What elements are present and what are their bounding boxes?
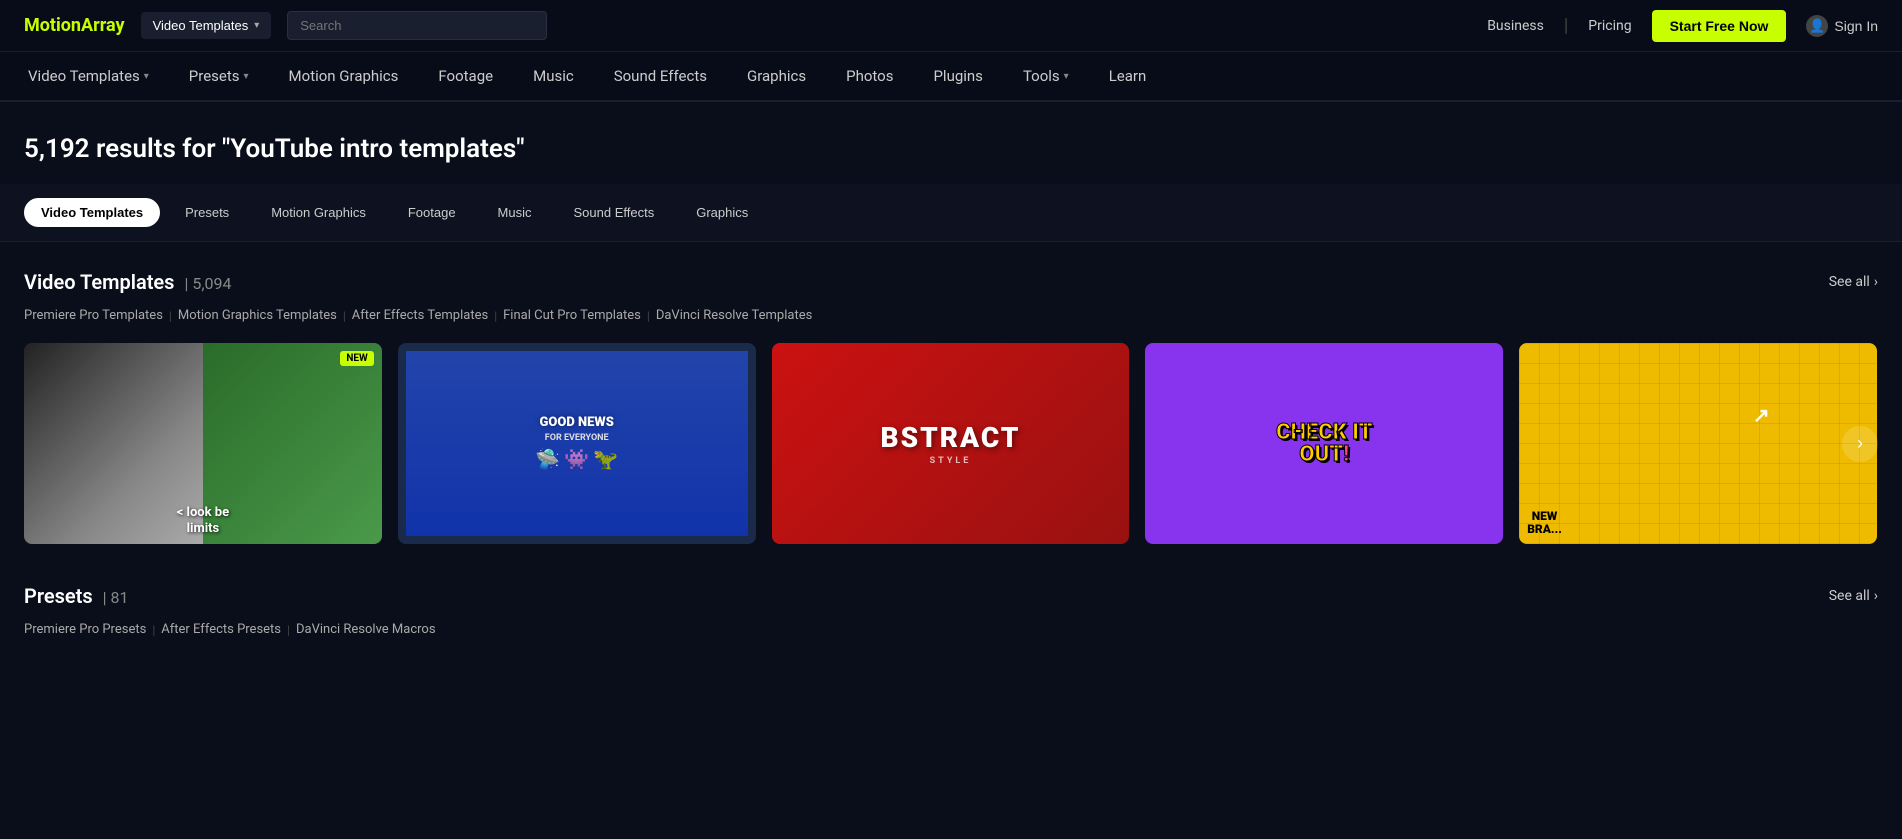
card-1-green-half (203, 343, 382, 544)
video-templates-cards-row: < look belimits NEW GOOD NEWS FOR EVERYO… (24, 343, 1878, 544)
alien-icon: 🛸 (535, 447, 560, 471)
nav-item-plugins[interactable]: Plugins (929, 52, 986, 102)
chevron-down-icon: ▾ (254, 20, 259, 31)
chevron-right-icon: › (1874, 588, 1878, 604)
chevron-down-icon: ▾ (1064, 71, 1069, 82)
template-card-1[interactable]: < look belimits NEW (24, 343, 382, 544)
section-title-group: Video Templates | 5,094 (24, 270, 231, 294)
nav-item-motion-graphics[interactable]: Motion Graphics (285, 52, 403, 102)
sub-link-davinci-resolve-templates[interactable]: DaVinci Resolve Templates (656, 308, 813, 323)
header-right: Business | Pricing Start Free Now 👤 Sign… (1487, 10, 1878, 42)
video-templates-cards-wrapper: < look belimits NEW GOOD NEWS FOR EVERYO… (24, 343, 1878, 544)
presets-title: Presets (24, 584, 93, 608)
card-4-exclaim: ! (1343, 442, 1349, 467)
card-1-text: < look belimits (177, 505, 229, 536)
presets-sub-links: Premiere Pro Presets | After Effects Pre… (24, 622, 1878, 637)
filter-tab-video-templates[interactable]: Video Templates (24, 198, 160, 227)
video-templates-sub-links: Premiere Pro Templates | Motion Graphics… (24, 308, 1878, 323)
filter-tab-sound-effects[interactable]: Sound Effects (557, 198, 672, 227)
video-templates-section: Video Templates | 5,094 See all › Premie… (24, 270, 1878, 544)
filter-tab-motion-graphics[interactable]: Motion Graphics (254, 198, 383, 227)
creature-icon: 👾 (564, 447, 589, 471)
template-card-4[interactable]: CHECK ITOUT! (1145, 343, 1503, 544)
carousel-next-button[interactable]: › (1842, 426, 1878, 462)
template-card-2[interactable]: GOOD NEWS FOR EVERYONE 🛸 👾 🦖 (398, 343, 756, 544)
dino-icon: 🦖 (593, 447, 618, 471)
sub-link-after-effects-templates[interactable]: After Effects Templates (352, 308, 488, 323)
sub-link-after-effects-presets[interactable]: After Effects Presets (161, 622, 281, 637)
card-1-badge: NEW (340, 351, 373, 366)
presets-see-all[interactable]: See all › (1829, 588, 1878, 604)
search-dropdown-label: Video Templates (153, 18, 249, 33)
nav-item-graphics[interactable]: Graphics (743, 52, 810, 102)
nav-item-video-templates[interactable]: Video Templates ▾ (24, 52, 153, 102)
card-2-inner: GOOD NEWS FOR EVERYONE 🛸 👾 🦖 (406, 351, 748, 536)
chevron-right-icon: › (1874, 274, 1878, 290)
card-2-subtitle: FOR EVERYONE (545, 433, 609, 443)
card-2-characters: 🛸 👾 🦖 (535, 447, 618, 471)
card-2-title: GOOD NEWS (540, 416, 614, 430)
presets-section: Presets | 81 See all › Premiere Pro Pres… (24, 584, 1878, 637)
results-hero: 5,192 results for "YouTube intro templat… (0, 102, 1902, 184)
presets-count: | 81 (103, 588, 129, 607)
sub-link-motion-graphics-templates[interactable]: Motion Graphics Templates (178, 308, 337, 323)
results-title: 5,192 results for "YouTube intro templat… (24, 134, 1878, 164)
cursor-icon: ↗ (1753, 403, 1770, 427)
nav-item-learn[interactable]: Learn (1105, 52, 1151, 102)
pricing-link[interactable]: Pricing (1588, 18, 1631, 34)
filter-tab-presets[interactable]: Presets (168, 198, 246, 227)
card-3-text: BSTRACT (881, 421, 1021, 454)
start-free-button[interactable]: Start Free Now (1652, 10, 1787, 42)
template-card-3[interactable]: BSTRACT STYLE (772, 343, 1130, 544)
sub-link-final-cut-pro-templates[interactable]: Final Cut Pro Templates (503, 308, 641, 323)
nav-item-music[interactable]: Music (529, 52, 578, 102)
sign-in-label: Sign In (1834, 18, 1878, 34)
sub-link-premiere-pro-templates[interactable]: Premiere Pro Templates (24, 308, 163, 323)
card-4-text: CHECK ITOUT! (1276, 422, 1372, 466)
filter-tabs: Video Templates Presets Motion Graphics … (0, 184, 1902, 242)
card-5-text: NEWBRA... (1527, 510, 1562, 536)
video-templates-title: Video Templates (24, 270, 174, 294)
logo-array: Array (81, 15, 125, 36)
nav-item-presets[interactable]: Presets ▾ (185, 52, 253, 102)
nav-item-sound-effects[interactable]: Sound Effects (610, 52, 711, 102)
sub-link-davinci-resolve-macros[interactable]: DaVinci Resolve Macros (296, 622, 436, 637)
search-dropdown-button[interactable]: Video Templates ▾ (141, 12, 272, 39)
user-icon: 👤 (1806, 15, 1828, 37)
section-header-video-templates: Video Templates | 5,094 See all › (24, 270, 1878, 294)
filter-tab-footage[interactable]: Footage (391, 198, 473, 227)
logo[interactable]: MotionArray (24, 15, 125, 36)
main-content: Video Templates | 5,094 See all › Premie… (0, 242, 1902, 705)
presets-title-group: Presets | 81 (24, 584, 129, 608)
header: MotionArray Video Templates ▾ Business |… (0, 0, 1902, 52)
filter-tab-graphics[interactable]: Graphics (679, 198, 765, 227)
filter-tab-music[interactable]: Music (481, 198, 549, 227)
nav-item-photos[interactable]: Photos (842, 52, 897, 102)
logo-motion: Motion (24, 15, 81, 36)
card-3-content: BSTRACT STYLE (881, 421, 1021, 466)
header-divider: | (1564, 15, 1568, 36)
video-templates-see-all[interactable]: See all › (1829, 274, 1878, 290)
template-card-5[interactable]: ↗ NEWBRA... (1519, 343, 1877, 544)
nav-item-tools[interactable]: Tools ▾ (1019, 52, 1073, 102)
section-header-presets: Presets | 81 See all › (24, 584, 1878, 608)
nav-item-footage[interactable]: Footage (434, 52, 497, 102)
business-link[interactable]: Business (1487, 18, 1544, 34)
card-3-sub: STYLE (881, 456, 1021, 466)
sub-link-premiere-pro-presets[interactable]: Premiere Pro Presets (24, 622, 146, 637)
chevron-down-icon: ▾ (244, 71, 249, 82)
chevron-down-icon: ▾ (144, 71, 149, 82)
sign-in-button[interactable]: 👤 Sign In (1806, 15, 1878, 37)
video-templates-count: | 5,094 (184, 274, 231, 293)
nav-bar: Video Templates ▾ Presets ▾ Motion Graph… (0, 52, 1902, 102)
search-input[interactable] (287, 11, 547, 40)
